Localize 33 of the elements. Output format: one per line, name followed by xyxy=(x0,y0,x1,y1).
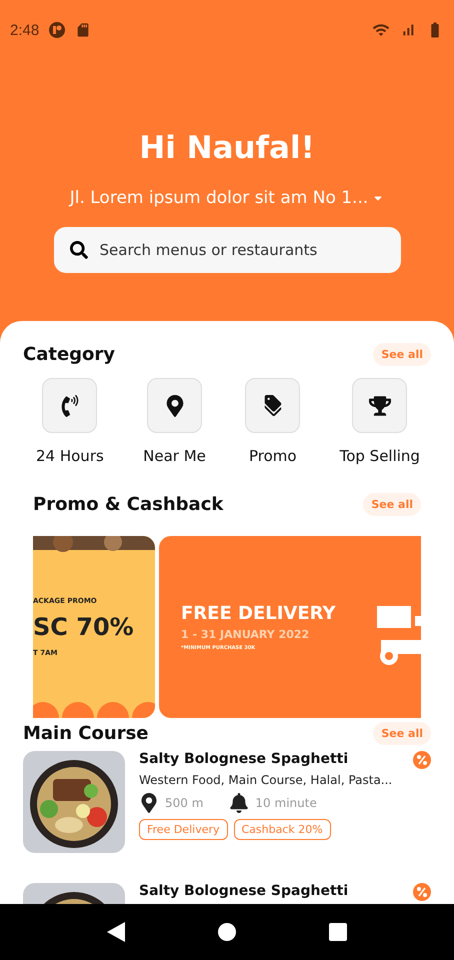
item-name: Salty Bolognese Spaghetti xyxy=(139,883,348,899)
search-icon xyxy=(70,241,88,259)
category-button[interactable]: Top Selling xyxy=(340,378,420,465)
category-button[interactable]: 24 Hours xyxy=(36,378,104,465)
section-title: Category xyxy=(23,344,116,365)
search-field[interactable]: Search menus or restaurants xyxy=(54,227,400,273)
section-title: Promo & Cashback xyxy=(33,494,224,515)
recents-icon[interactable] xyxy=(329,923,348,941)
menu-item[interactable]: Salty Bolognese Spaghetti Western Food, Main Course, Halal, Pasta... 500 m 10 minute Free Delivery Cashback 20% xyxy=(0,751,454,853)
greeting: Hi Naufal! xyxy=(139,130,315,166)
location-pin-icon xyxy=(139,793,159,813)
banner-headline: SC 70% xyxy=(33,613,134,641)
sd-card-icon xyxy=(75,22,92,38)
search-input[interactable]: Search menus or restaurants xyxy=(98,240,384,260)
offer-tag: Free Delivery xyxy=(139,819,228,840)
time-text: 10 minute xyxy=(255,796,317,810)
distance-text: 500 m xyxy=(165,796,204,810)
category-button[interactable]: Near Me xyxy=(143,378,206,465)
banner-headline: FREE DELIVERY xyxy=(181,603,336,624)
trophy-icon xyxy=(368,394,391,416)
phone-icon xyxy=(58,394,81,416)
location-pin-icon xyxy=(164,394,186,416)
offer-tag: Cashback 20% xyxy=(234,819,331,840)
clock: 2:48 xyxy=(10,22,40,38)
category-button[interactable]: Promo xyxy=(245,378,300,465)
app-icon xyxy=(49,22,66,38)
banner-text: 1 - 31 JANUARY 2022 xyxy=(181,628,310,641)
section-title: Main Course xyxy=(23,723,148,744)
back-icon[interactable] xyxy=(106,922,125,942)
home-icon[interactable] xyxy=(218,923,236,941)
bell-icon xyxy=(229,793,250,813)
item-name: Salty Bolognese Spaghetti xyxy=(139,751,348,767)
item-tags: Western Food, Main Course, Halal, Pasta... xyxy=(139,773,431,787)
